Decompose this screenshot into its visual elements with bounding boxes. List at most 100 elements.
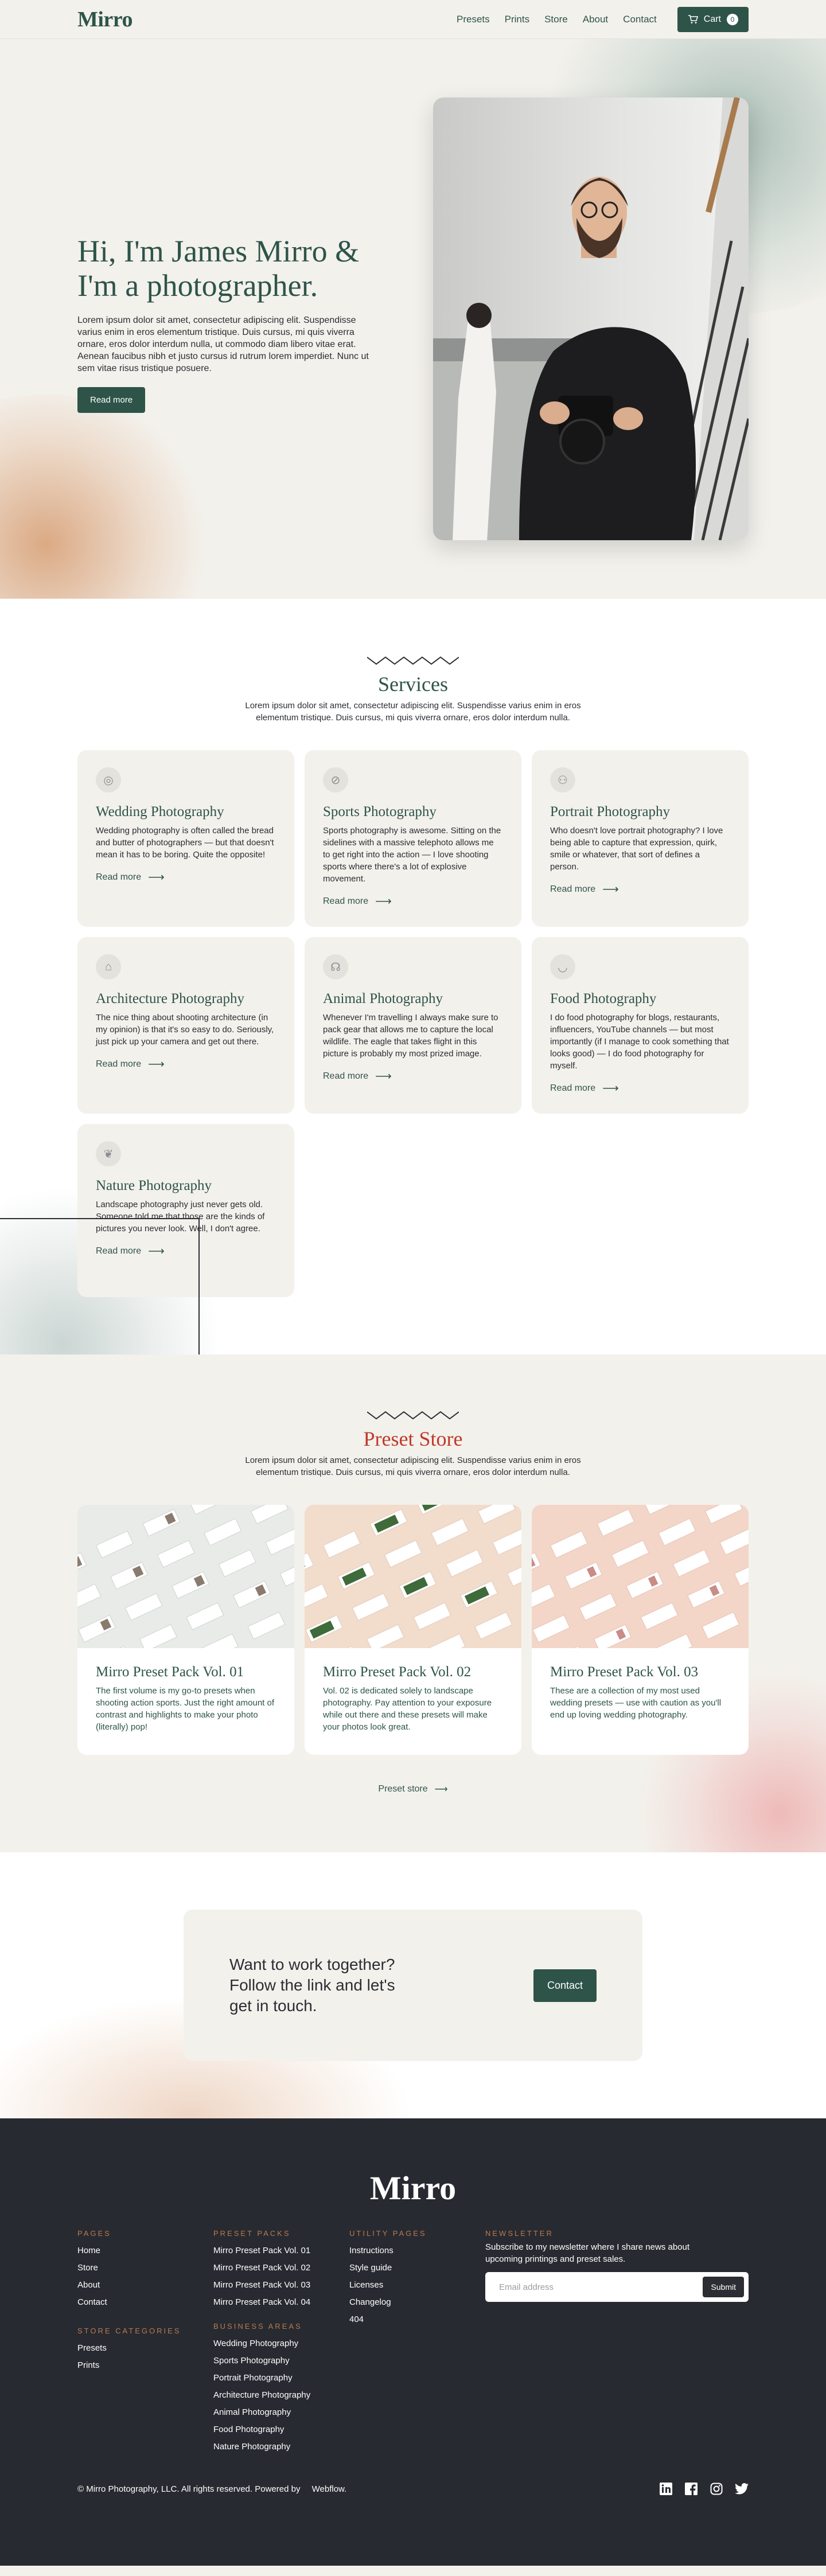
preset-store-section: Preset Store Lorem ipsum dolor sit amet,… bbox=[0, 1355, 826, 1852]
product-description: Vol. 02 is dedicated solely to landscape… bbox=[323, 1686, 492, 1732]
footer-link-style-guide[interactable]: Style guide bbox=[349, 2263, 485, 2273]
top-navigation: Mirro Presets Prints Store About Contact… bbox=[0, 0, 826, 39]
cart-label: Cart bbox=[703, 14, 721, 24]
copyright: © Mirro Photography, LLC. All rights res… bbox=[77, 2484, 346, 2494]
service-card-animal[interactable]: ☊ Animal Photography Whenever I'm travel… bbox=[305, 937, 521, 1114]
arrow-right-icon: ⟶ bbox=[375, 895, 392, 908]
webflow-link[interactable]: Webflow bbox=[312, 2484, 344, 2494]
footer-columns: PAGES Home Store About Contact STORE CAT… bbox=[77, 2229, 749, 2459]
footer-link-preset-pack[interactable]: Mirro Preset Pack Vol. 03 bbox=[213, 2280, 349, 2290]
footer-link-business-area[interactable]: Animal Photography bbox=[213, 2407, 349, 2417]
bowl-icon: ◡ bbox=[550, 954, 575, 979]
store-subtitle: Lorem ipsum dolor sit amet, consectetur … bbox=[245, 1455, 581, 1477]
footer-link-preset-pack[interactable]: Mirro Preset Pack Vol. 01 bbox=[213, 2246, 349, 2255]
footer-link-about[interactable]: About bbox=[77, 2280, 213, 2290]
footer-col-newsletter: NEWSLETTER Subscribe to my newsletter wh… bbox=[485, 2229, 749, 2459]
footer-link-home[interactable]: Home bbox=[77, 2246, 213, 2255]
footer-link-business-area[interactable]: Architecture Photography bbox=[213, 2390, 349, 2400]
hero-photo bbox=[433, 97, 749, 540]
read-more-link[interactable]: Read more ⟶ bbox=[323, 1069, 392, 1083]
service-card-nature[interactable]: ❦ Nature Photography Landscape photograp… bbox=[77, 1124, 294, 1297]
product-title[interactable]: Mirro Preset Pack Vol. 01 bbox=[96, 1664, 276, 1680]
email-field[interactable] bbox=[499, 2282, 683, 2292]
footer-link-preset-pack[interactable]: Mirro Preset Pack Vol. 04 bbox=[213, 2297, 349, 2307]
footer-link-business-area[interactable]: Nature Photography bbox=[213, 2442, 349, 2452]
service-card-food[interactable]: ◡ Food Photography I do food photography… bbox=[532, 937, 749, 1114]
nav-link-presets[interactable]: Presets bbox=[457, 14, 490, 25]
footer-link-business-area[interactable]: Wedding Photography bbox=[213, 2339, 349, 2348]
footer-link-instructions[interactable]: Instructions bbox=[349, 2246, 485, 2255]
read-more-link[interactable]: Read more ⟶ bbox=[550, 882, 619, 896]
service-text: Sports photography is awesome. Sitting o… bbox=[323, 826, 501, 884]
read-more-link[interactable]: Read more ⟶ bbox=[96, 1057, 165, 1071]
nav-links: Presets Prints Store About Contact Cart … bbox=[457, 7, 749, 32]
nav-link-store[interactable]: Store bbox=[544, 14, 568, 25]
footer-link-changelog[interactable]: Changelog bbox=[349, 2297, 485, 2307]
footer-col-preset-packs: PRESET PACKS Mirro Preset Pack Vol. 01 M… bbox=[213, 2229, 349, 2459]
product-image bbox=[532, 1505, 749, 1648]
twitter-icon[interactable] bbox=[735, 2482, 749, 2496]
footer-link-licenses[interactable]: Licenses bbox=[349, 2280, 485, 2290]
ball-icon: ⊘ bbox=[323, 767, 348, 793]
copyright-period: . bbox=[344, 2484, 347, 2494]
logo[interactable]: Mirro bbox=[77, 7, 133, 32]
footer-link-business-area[interactable]: Portrait Photography bbox=[213, 2373, 349, 2383]
service-title: Portrait Photography bbox=[550, 804, 671, 819]
zigzag-divider bbox=[367, 656, 459, 665]
hero-section: Hi, I'm James Mirro & I'm a photographer… bbox=[0, 39, 826, 599]
read-more-label: Read more bbox=[96, 1059, 142, 1069]
arrow-right-icon: ⟶ bbox=[148, 1058, 165, 1071]
footer-heading-preset-packs: PRESET PACKS bbox=[213, 2229, 291, 2238]
copyright-text: © Mirro Photography, LLC. All rights res… bbox=[77, 2484, 301, 2494]
product-card-vol-02[interactable]: Mirro Preset Pack Vol. 02 Vol. 02 is ded… bbox=[305, 1505, 521, 1755]
linkedin-icon[interactable] bbox=[659, 2482, 673, 2496]
footer-col-utility: UTILITY PAGES Instructions Style guide L… bbox=[349, 2229, 485, 2459]
service-card-architecture[interactable]: ⌂ Architecture Photography The nice thin… bbox=[77, 937, 294, 1114]
product-image bbox=[305, 1505, 521, 1648]
facebook-icon[interactable] bbox=[684, 2482, 698, 2496]
read-more-link[interactable]: Read more ⟶ bbox=[550, 1081, 619, 1095]
building-icon: ⌂ bbox=[96, 954, 121, 979]
footer-bottom: © Mirro Photography, LLC. All rights res… bbox=[77, 2482, 749, 2496]
footer-link-prints[interactable]: Prints bbox=[77, 2360, 213, 2370]
service-text: Landscape photography just never gets ol… bbox=[96, 1200, 265, 1234]
footer-link-business-area[interactable]: Sports Photography bbox=[213, 2356, 349, 2366]
product-description: These are a collection of my most used w… bbox=[550, 1686, 722, 1720]
service-card-portrait[interactable]: ⚇ Portrait Photography Who doesn't love … bbox=[532, 750, 749, 927]
instagram-icon[interactable] bbox=[710, 2482, 723, 2496]
read-more-link[interactable]: Read more ⟶ bbox=[96, 870, 165, 884]
product-title[interactable]: Mirro Preset Pack Vol. 02 bbox=[323, 1664, 503, 1680]
service-card-wedding[interactable]: ◎ Wedding Photography Wedding photograph… bbox=[77, 750, 294, 927]
read-more-link[interactable]: Read more ⟶ bbox=[323, 894, 392, 908]
submit-button[interactable]: Submit bbox=[703, 2277, 744, 2297]
footer-link-business-area[interactable]: Food Photography bbox=[213, 2425, 349, 2434]
cta-section: Want to work together? Follow the link a… bbox=[0, 1852, 826, 2118]
cart-button[interactable]: Cart 0 bbox=[677, 7, 749, 32]
footer-link-store[interactable]: Store bbox=[77, 2263, 213, 2273]
footer-link-404[interactable]: 404 bbox=[349, 2315, 485, 2324]
arrow-right-icon: ⟶ bbox=[602, 1082, 619, 1095]
nav-link-contact[interactable]: Contact bbox=[623, 14, 657, 25]
product-card-vol-01[interactable]: Mirro Preset Pack Vol. 01 The first volu… bbox=[77, 1505, 294, 1755]
nav-link-about[interactable]: About bbox=[583, 14, 608, 25]
bird-icon: ☊ bbox=[323, 954, 348, 979]
footer-link-preset-pack[interactable]: Mirro Preset Pack Vol. 02 bbox=[213, 2263, 349, 2273]
service-card-sports[interactable]: ⊘ Sports Photography Sports photography … bbox=[305, 750, 521, 927]
services-header: Services Lorem ipsum dolor sit amet, con… bbox=[77, 655, 749, 724]
preset-store-link[interactable]: Preset store ⟶ bbox=[378, 1783, 447, 1795]
product-body: Mirro Preset Pack Vol. 01 The first volu… bbox=[77, 1648, 294, 1755]
nav-link-prints[interactable]: Prints bbox=[505, 14, 529, 25]
service-text: Whenever I'm travelling I always make su… bbox=[323, 1013, 498, 1059]
footer-link-presets[interactable]: Presets bbox=[77, 2343, 213, 2353]
hero-read-more-button[interactable]: Read more bbox=[77, 387, 146, 413]
footer-link-contact[interactable]: Contact bbox=[77, 2297, 213, 2307]
product-body: Mirro Preset Pack Vol. 02 Vol. 02 is ded… bbox=[305, 1648, 521, 1755]
read-more-link[interactable]: Read more ⟶ bbox=[96, 1244, 165, 1258]
contact-button[interactable]: Contact bbox=[533, 1969, 597, 2002]
read-more-label: Read more bbox=[323, 896, 369, 906]
ring-icon: ◎ bbox=[96, 767, 121, 793]
product-card-vol-03[interactable]: Mirro Preset Pack Vol. 03 These are a co… bbox=[532, 1505, 749, 1755]
footer-logo[interactable]: Mirro bbox=[77, 2169, 749, 2207]
product-title[interactable]: Mirro Preset Pack Vol. 03 bbox=[550, 1664, 730, 1680]
read-more-label: Read more bbox=[323, 1071, 369, 1081]
